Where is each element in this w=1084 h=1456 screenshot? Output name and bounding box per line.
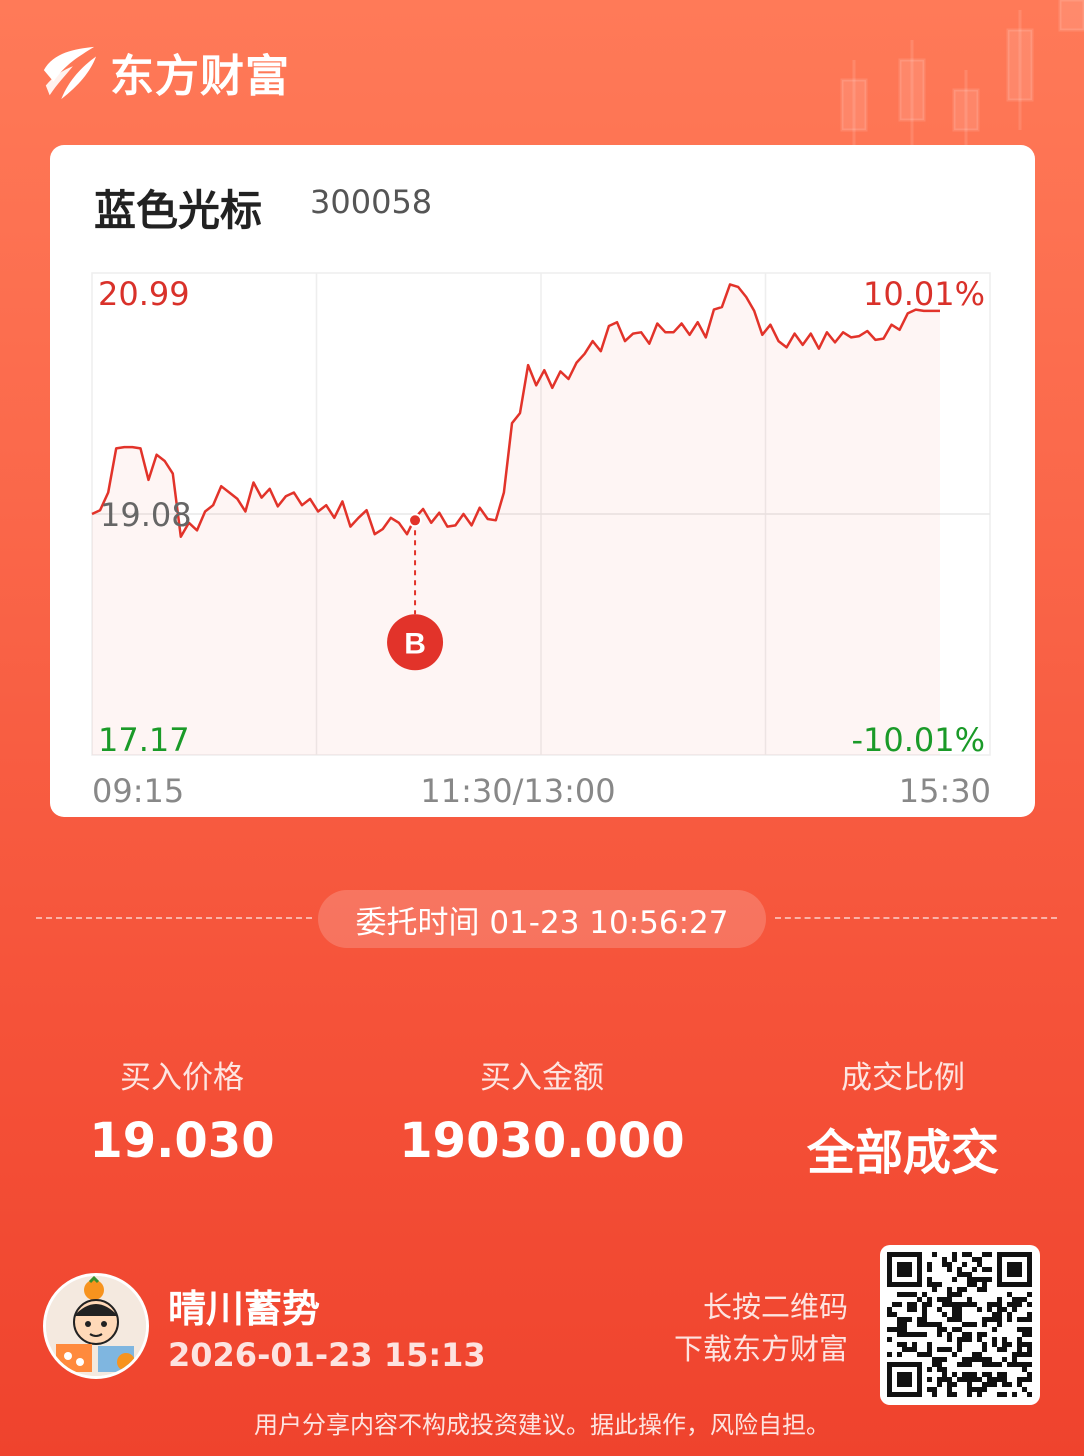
qr-hint-line1: 长按二维码 bbox=[702, 1290, 848, 1324]
stock-chart-card: 蓝色光标 300058 B 20.99 19.08 17.17 10.01% -… bbox=[50, 145, 1035, 817]
qr-code[interactable] bbox=[880, 1245, 1040, 1405]
stat-value: 19.030 bbox=[89, 1113, 275, 1169]
eastmoney-logo-icon bbox=[43, 46, 97, 100]
stat-buy-amount: 买入金额 19030.000 bbox=[392, 1052, 692, 1169]
disclaimer: 用户分享内容不构成投资建议。据此操作，风险自担。 bbox=[254, 1411, 830, 1439]
price-low-label: 17.17 bbox=[98, 721, 190, 759]
cartoon-avatar-icon bbox=[46, 1276, 146, 1376]
user-name: 晴川蓄势 bbox=[168, 1287, 321, 1331]
qr-hint-line2: 下载东方财富 bbox=[673, 1332, 848, 1366]
candlestick-decoration bbox=[840, 0, 1084, 150]
time-label-noon: 11:30/13:00 bbox=[420, 772, 615, 810]
divider-left bbox=[36, 917, 312, 919]
time-label-close: 15:30 bbox=[899, 772, 991, 810]
price-high-label: 20.99 bbox=[98, 275, 190, 313]
stat-label: 买入价格 bbox=[120, 1060, 244, 1096]
stat-buy-price: 买入价格 19.030 bbox=[32, 1052, 332, 1169]
divider-right bbox=[775, 917, 1057, 919]
order-time-pill: 委托时间 01-23 10:56:27 bbox=[318, 890, 766, 948]
share-time: 2026-01-23 15:13 bbox=[168, 1336, 486, 1374]
stat-label: 成交比例 bbox=[841, 1060, 965, 1096]
avatar[interactable] bbox=[43, 1273, 149, 1379]
intraday-chart: B 20.99 19.08 17.17 10.01% -10.01% 09:15… bbox=[91, 272, 991, 810]
stat-value: 19030.000 bbox=[399, 1113, 685, 1169]
pct-high-label: 10.01% bbox=[863, 275, 985, 313]
stat-fill-ratio: 成交比例 全部成交 bbox=[753, 1052, 1053, 1183]
qr-code-icon bbox=[887, 1252, 1032, 1397]
price-mid-label: 19.08 bbox=[100, 496, 192, 534]
buy-marker-label: B bbox=[404, 627, 426, 660]
pct-low-label: -10.01% bbox=[851, 721, 985, 759]
stat-label: 买入金额 bbox=[480, 1060, 604, 1096]
buy-marker-point bbox=[408, 513, 423, 528]
time-label-open: 09:15 bbox=[92, 772, 184, 810]
qr-hint: 长按二维码 下载东方财富 bbox=[674, 1286, 848, 1370]
brand-logo: 东方财富 bbox=[40, 40, 290, 104]
price-area-fill bbox=[92, 284, 940, 755]
brand-name: 东方财富 bbox=[110, 51, 290, 102]
stat-value: 全部成交 bbox=[806, 1125, 999, 1181]
